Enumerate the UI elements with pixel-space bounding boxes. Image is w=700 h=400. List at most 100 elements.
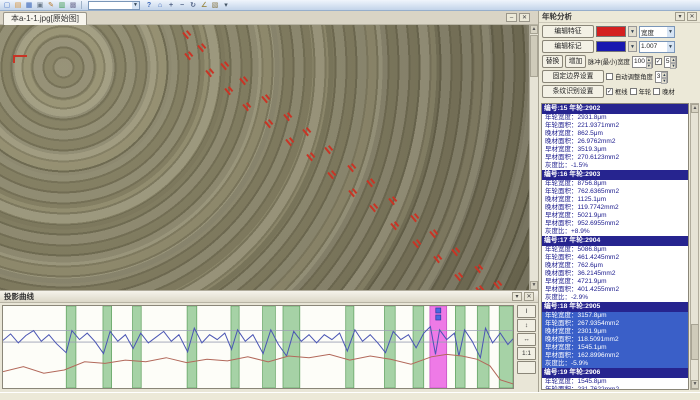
ring-band[interactable] [384, 306, 395, 388]
projection-chart[interactable] [2, 305, 514, 389]
ring-band[interactable] [346, 306, 354, 388]
scale-combo[interactable]: 1.007 ▼ [639, 41, 675, 53]
ring-item-header[interactable]: 编号:15 年轮:2902 [542, 104, 688, 114]
mode-combo-value: 宽度 [640, 27, 667, 37]
measure-icon[interactable]: ∠ [199, 1, 209, 10]
image-tab[interactable]: 本a-1-1.jpg[原始图] [3, 12, 87, 25]
more-dropdown-icon[interactable]: ▾ [221, 1, 231, 10]
pulse-count-spinner[interactable]: 5 ▲▼ [664, 56, 678, 68]
tool-pointer[interactable]: I [517, 305, 536, 318]
replace-button[interactable]: 替换 [542, 55, 563, 68]
ring-item-header[interactable]: 编号:19 年轮:2906 [542, 368, 688, 378]
minimize-icon[interactable]: – [506, 13, 517, 22]
latewood-checkbox[interactable] [653, 88, 660, 95]
image-vertical-scrollbar[interactable]: ▲ ▼ [529, 25, 538, 290]
chart-toolbar: I↕↔1:1 [517, 305, 537, 374]
chevron-down-icon[interactable]: ▼ [628, 41, 637, 52]
ring-band[interactable] [477, 306, 489, 388]
ring-measurement-list[interactable]: 编号:15 年轮:2902年轮宽度：2931.8μm年轮面积：221.9371m… [541, 103, 689, 390]
mode-combo[interactable]: 宽度 ▼ [639, 26, 675, 38]
ring-list-scrollbar[interactable]: ▲ ▼ [690, 103, 699, 390]
ring-list-item[interactable]: 编号:19 年轮:2906年轮宽度：1545.8μm年轮面积：231.7622m… [542, 368, 688, 390]
edit-mark-button[interactable]: 编辑标记 [542, 40, 594, 53]
ring-measurement-row: 年轮面积：267.9354mm2 [542, 320, 688, 328]
open-icon[interactable]: ▤ [13, 1, 23, 10]
close-icon[interactable]: ✕ [687, 12, 697, 21]
latewood-color-swatch[interactable] [596, 41, 626, 52]
scroll-up-icon[interactable]: ▲ [530, 25, 538, 34]
ring-list-item[interactable]: 编号:17 年轮:2904年轮宽度：5086.8μm年轮面积：461.4245m… [542, 236, 688, 302]
zoom-in-icon[interactable]: + [166, 1, 176, 10]
ring-annotation-mark [223, 84, 235, 96]
frame-checkbox-label: 框线 [615, 87, 628, 96]
ring-list-item[interactable]: 编号:16 年轮:2903年轮宽度：8756.8μm年轮面积：762.6365m… [542, 170, 688, 236]
ring-item-header[interactable]: 编号:17 年轮:2904 [542, 236, 688, 246]
ring-measurement-row: 晚材宽度：2301.9μm [542, 328, 688, 336]
scrollbar-thumb[interactable] [691, 324, 699, 360]
pin-icon[interactable]: ▾ [512, 292, 522, 301]
close-icon[interactable]: ✕ [524, 292, 534, 301]
ring-list-item[interactable]: 编号:15 年轮:2902年轮宽度：2931.8μm年轮面积：221.9371m… [542, 104, 688, 170]
ring-band[interactable] [499, 306, 513, 388]
earlywood-color-swatch[interactable] [596, 26, 626, 37]
spin-down-icon[interactable]: ▼ [670, 63, 676, 69]
fixed-boundary-button[interactable]: 固定边界设置 [542, 70, 604, 83]
chevron-down-icon[interactable]: ▼ [667, 42, 674, 52]
ring-band[interactable] [103, 306, 112, 388]
ring-annotation-mark [260, 92, 272, 104]
tool-fit-width[interactable]: ↔ [517, 333, 536, 346]
ring-annotation-mark [197, 41, 209, 53]
spin-down-icon[interactable]: ▼ [646, 63, 652, 69]
tool-actual-size[interactable]: 1:1 [517, 347, 536, 360]
ring-measurement-row: 灰度比：+8.9% [542, 228, 688, 236]
scroll-down-icon[interactable]: ▼ [530, 281, 538, 290]
pulse-width-spinner[interactable]: 100 ▲▼ [632, 56, 653, 68]
histogram-icon[interactable]: ▥ [57, 1, 67, 10]
print-icon[interactable]: ▣ [35, 1, 45, 10]
ring-annotation-mark [387, 194, 399, 206]
ring-item-header[interactable]: 编号:16 年轮:2903 [542, 170, 688, 180]
chevron-down-icon[interactable]: ▼ [628, 26, 637, 37]
scroll-up-icon[interactable]: ▲ [691, 104, 699, 113]
wood-sample-image[interactable] [0, 25, 529, 290]
tool-fit-height[interactable]: ↕ [517, 319, 536, 332]
app-window: ▢▤▦▣✎▥▩ ▼ ?⌂+−↻∠▧▾ 本a-1-1.jpg[原始图] – ✕ ▲… [0, 0, 700, 400]
ring-item-header[interactable]: 编号:18 年轮:2905 [542, 302, 688, 312]
rotate-icon[interactable]: ↻ [188, 1, 198, 10]
edit-icon[interactable]: ✎ [46, 1, 56, 10]
chevron-down-icon[interactable]: ▼ [132, 2, 139, 9]
image-icon[interactable]: ▧ [210, 1, 220, 10]
ring-annotation-mark [326, 168, 338, 180]
chevron-down-icon[interactable]: ▼ [667, 27, 674, 37]
scroll-down-icon[interactable]: ▼ [691, 380, 699, 389]
ring-band[interactable] [283, 306, 300, 388]
stripe-detect-button[interactable]: 条纹识别设置 [542, 85, 604, 98]
ring-band[interactable] [413, 306, 424, 388]
add-button[interactable]: 增加 [565, 55, 586, 68]
ring-measurement-row: 年轮宽度：3157.8μm [542, 312, 688, 320]
ring-annotation-mark [432, 252, 444, 264]
ring-checkbox[interactable] [630, 88, 637, 95]
ring-band[interactable] [263, 306, 276, 388]
scrollbar-thumb[interactable] [530, 35, 538, 77]
selected-band-handle[interactable] [436, 308, 441, 313]
auto-angle-label: 自动调整角度 [615, 72, 653, 81]
grid-icon[interactable]: ▩ [68, 1, 78, 10]
auto-angle-spinner[interactable]: 3 ▲▼ [655, 71, 669, 83]
selected-band-handle[interactable] [436, 315, 441, 320]
pin-icon[interactable]: ▾ [675, 12, 685, 21]
save-icon[interactable]: ▦ [24, 1, 34, 10]
ring-list-item-selected[interactable]: 编号:18 年轮:2905年轮宽度：3157.8μm年轮面积：267.9354m… [542, 302, 688, 368]
toolbar-combo[interactable]: ▼ [88, 1, 140, 10]
zoom-out-icon[interactable]: − [177, 1, 187, 10]
pulse-checkbox[interactable]: ✓ [655, 58, 662, 65]
tool-blank[interactable] [517, 361, 536, 374]
auto-angle-checkbox[interactable] [606, 73, 613, 80]
spin-down-icon[interactable]: ▼ [661, 78, 667, 84]
new-icon[interactable]: ▢ [2, 1, 12, 10]
close-icon[interactable]: ✕ [519, 13, 530, 22]
frame-checkbox[interactable]: ✓ [606, 88, 613, 95]
edit-feature-button[interactable]: 编辑特征 [542, 25, 594, 38]
help-icon[interactable]: ? [144, 1, 154, 10]
home-icon[interactable]: ⌂ [155, 1, 165, 10]
